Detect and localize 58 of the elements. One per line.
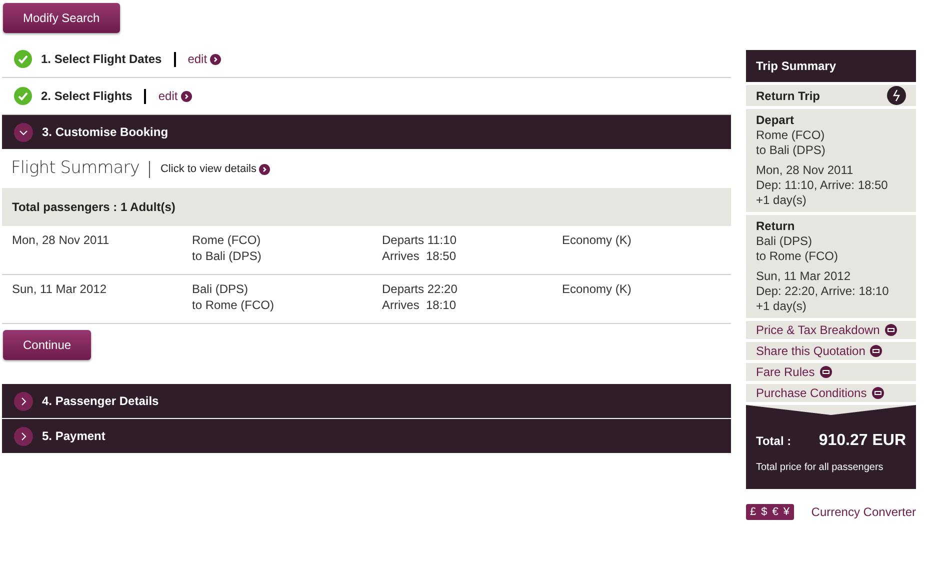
table-cell-text: to Bali (DPS) [192, 248, 262, 264]
minus-circle-icon [872, 387, 884, 399]
trip-summary-header: Trip Summary [746, 50, 916, 85]
leg-time: +1 day(s) [756, 299, 808, 314]
table-cell-text: Departs 22:20 [382, 281, 458, 297]
currency-badge[interactable]: £ $ € ¥ [746, 504, 794, 520]
minus-circle-icon [884, 324, 897, 336]
minus-circle-icon [870, 345, 882, 357]
edit-link[interactable]: edit [188, 50, 222, 68]
table-cell-text: to Rome (FCO) [192, 297, 276, 313]
leg-route: Rome (FCO) [756, 128, 826, 143]
table-cell-text: Arrives 18:10 [382, 297, 458, 313]
leg-time: Dep: 22:20, Arrive: 18:10 [756, 284, 890, 299]
passengers-header: Total passengers : 1 Adult(s) [2, 188, 731, 226]
table-cell-text: Rome (FCO) [192, 232, 262, 248]
trip-type: Return Trip [756, 88, 820, 104]
total-label: Total : [756, 433, 792, 450]
leg-time: Sun, 11 Mar 2012 [756, 269, 852, 284]
edit-link[interactable]: edit [158, 87, 192, 105]
table-cell-text: Departs 11:10 [382, 232, 458, 248]
step-bar[interactable]: 5. Payment [2, 419, 731, 454]
leg-heading: Depart [756, 113, 796, 128]
step-title: 4. Passenger Details [42, 393, 159, 410]
step-title: 2. Select Flights [41, 88, 132, 105]
chevron-right-icon [14, 392, 33, 410]
step-title: 3. Customise Booking [42, 124, 168, 141]
step-title: 1. Select Flight Dates [41, 51, 162, 68]
table-cell-text: Sun, 11 Mar 2012 [12, 281, 108, 298]
modify-search-button[interactable]: Modify Search [3, 3, 120, 33]
arrow-circle-icon [180, 90, 192, 102]
table-cell-text: Economy (K) [562, 232, 632, 249]
currency-converter-link[interactable]: Currency Converter [811, 503, 916, 521]
continue-button[interactable]: Continue [3, 330, 92, 360]
step-bar[interactable]: 4. Passenger Details [2, 384, 731, 419]
leg-route: to Bali (DPS) [756, 143, 826, 158]
minus-circle-icon [820, 366, 832, 378]
table-cell-text: Mon, 28 Nov 2011 [12, 232, 110, 249]
table-cell-text: Bali (DPS) [192, 281, 250, 297]
total-note: Total price for all passengers [756, 461, 884, 475]
leg-time: Mon, 28 Nov 2011 [756, 163, 854, 178]
total-price: 910.27 EUR [818, 431, 906, 451]
chevron-down-icon [14, 122, 33, 142]
checkmark-icon [14, 87, 32, 105]
arrow-circle-icon [210, 54, 222, 64]
chevron-right-icon [14, 426, 33, 446]
step-bar[interactable]: 3. Customise Booking [2, 115, 731, 150]
leg-time: Dep: 11:10, Arrive: 18:50 [756, 178, 889, 193]
step-title: 5. Payment [42, 428, 106, 445]
arrow-circle-icon [259, 164, 270, 174]
checkmark-icon [14, 50, 32, 68]
section-heading: Flight Summary [11, 157, 140, 180]
leg-time: +1 day(s) [756, 193, 808, 208]
leg-route: to Rome (FCO) [756, 249, 840, 264]
table-cell-text: Arrives 18:50 [382, 248, 458, 264]
leg-heading: Return [756, 219, 796, 234]
view-details-link[interactable]: Click to view details [160, 160, 270, 178]
table-cell-text: Economy (K) [562, 281, 632, 298]
leg-route: Bali (DPS) [756, 234, 814, 249]
